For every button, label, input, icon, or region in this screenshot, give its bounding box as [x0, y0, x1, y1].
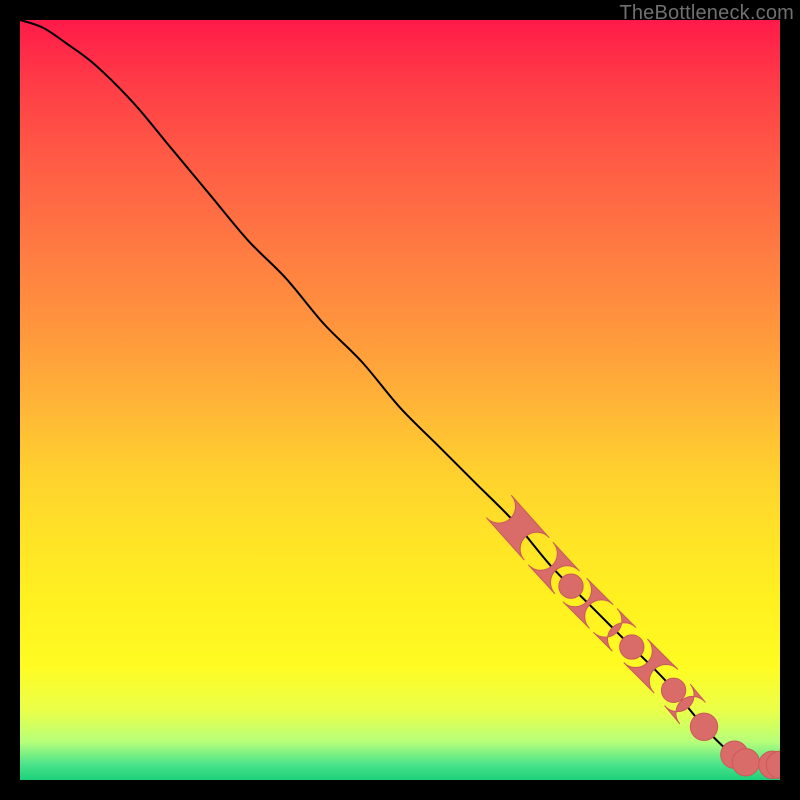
chart-svg — [20, 20, 780, 780]
chart-curve — [20, 20, 780, 766]
chart-markers — [486, 495, 780, 778]
plot-area — [20, 20, 780, 780]
watermark-text: TheBottleneck.com — [619, 2, 794, 25]
chart-frame: TheBottleneck.com — [0, 0, 800, 800]
